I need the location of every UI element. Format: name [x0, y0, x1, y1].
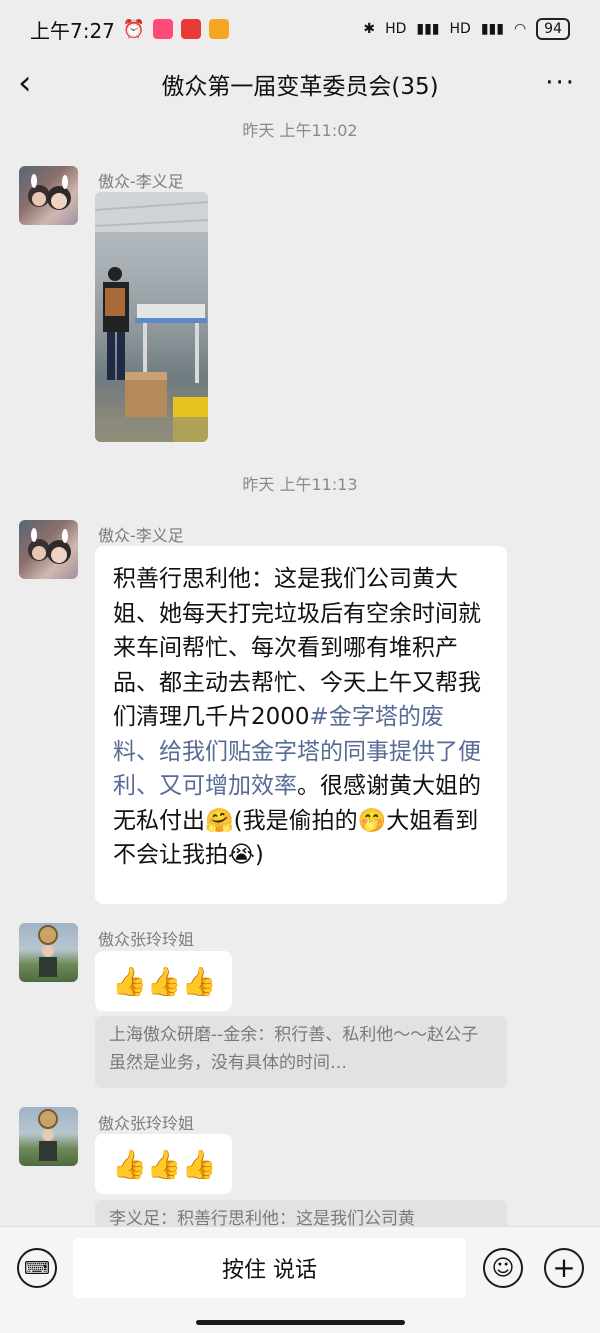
text-message-bubble[interactable]: 积善行思利他：这是我们公司黄大姐、她每天打完垃圾后有空余时间就来车间帮忙、每次看… — [95, 546, 507, 904]
hold-to-talk-button[interactable]: 按住 说话 — [73, 1238, 466, 1298]
sender-name: 傲众-李义足 — [98, 526, 184, 545]
signal-icon: ▮▮▮ — [480, 21, 504, 37]
message-timestamp: 昨天 上午11:13 — [242, 475, 358, 494]
signal-label-1: HD — [385, 21, 407, 37]
home-indicator[interactable] — [196, 1320, 405, 1325]
back-arrow-icon[interactable]: ‹ — [18, 66, 54, 102]
avatar[interactable] — [19, 166, 78, 225]
sender-name: 傲众张玲玲姐 — [98, 930, 195, 949]
chat-input-bar: ⌨ 按住 说话 ☺ + — [0, 1226, 600, 1333]
avatar[interactable] — [19, 520, 78, 579]
bluetooth-icon: ✱ — [363, 21, 376, 37]
status-time: 上午7:27 — [30, 18, 115, 43]
wifi-icon: ◠ — [513, 21, 527, 37]
message-timestamp: 昨天 上午11:02 — [242, 121, 358, 140]
photo-message[interactable] — [95, 192, 208, 442]
chat-title: 傲众第一届变革委员会(35) — [161, 74, 439, 100]
quoted-message[interactable]: 上海傲众研磨--金余：积行善、私利他～～赵公子虽然是业务，没有具体的时间… — [95, 1016, 507, 1088]
emoji-icon[interactable]: ☺ — [483, 1248, 523, 1288]
avatar[interactable] — [19, 1107, 78, 1166]
alarm-icon: ⏰ — [122, 18, 146, 40]
text-message-bubble[interactable]: 👍👍👍 — [95, 1134, 232, 1194]
battery-indicator: 94 — [536, 18, 570, 40]
signal-label-2: HD — [449, 21, 471, 37]
plus-icon[interactable]: + — [544, 1248, 584, 1288]
avatar[interactable] — [19, 923, 78, 982]
signal-icon: ▮▮▮ — [416, 21, 440, 37]
toutiao-app-icon — [181, 19, 202, 39]
text-message-bubble[interactable]: 👍👍👍 — [95, 951, 232, 1011]
chat-header: ‹ 傲众第一届变革委员会(35) ··· — [0, 58, 600, 110]
shop-app-icon — [209, 19, 230, 39]
status-bar: 上午7:27 ⏰ ✱ HD ▮▮▮ HD ▮▮▮ ◠ 94 — [0, 0, 600, 58]
youku-app-icon — [153, 19, 174, 39]
sender-name: 傲众-李义足 — [98, 172, 184, 191]
more-options-icon[interactable]: ··· — [545, 68, 576, 98]
sender-name: 傲众张玲玲姐 — [98, 1114, 195, 1133]
keyboard-icon[interactable]: ⌨ — [17, 1248, 57, 1288]
